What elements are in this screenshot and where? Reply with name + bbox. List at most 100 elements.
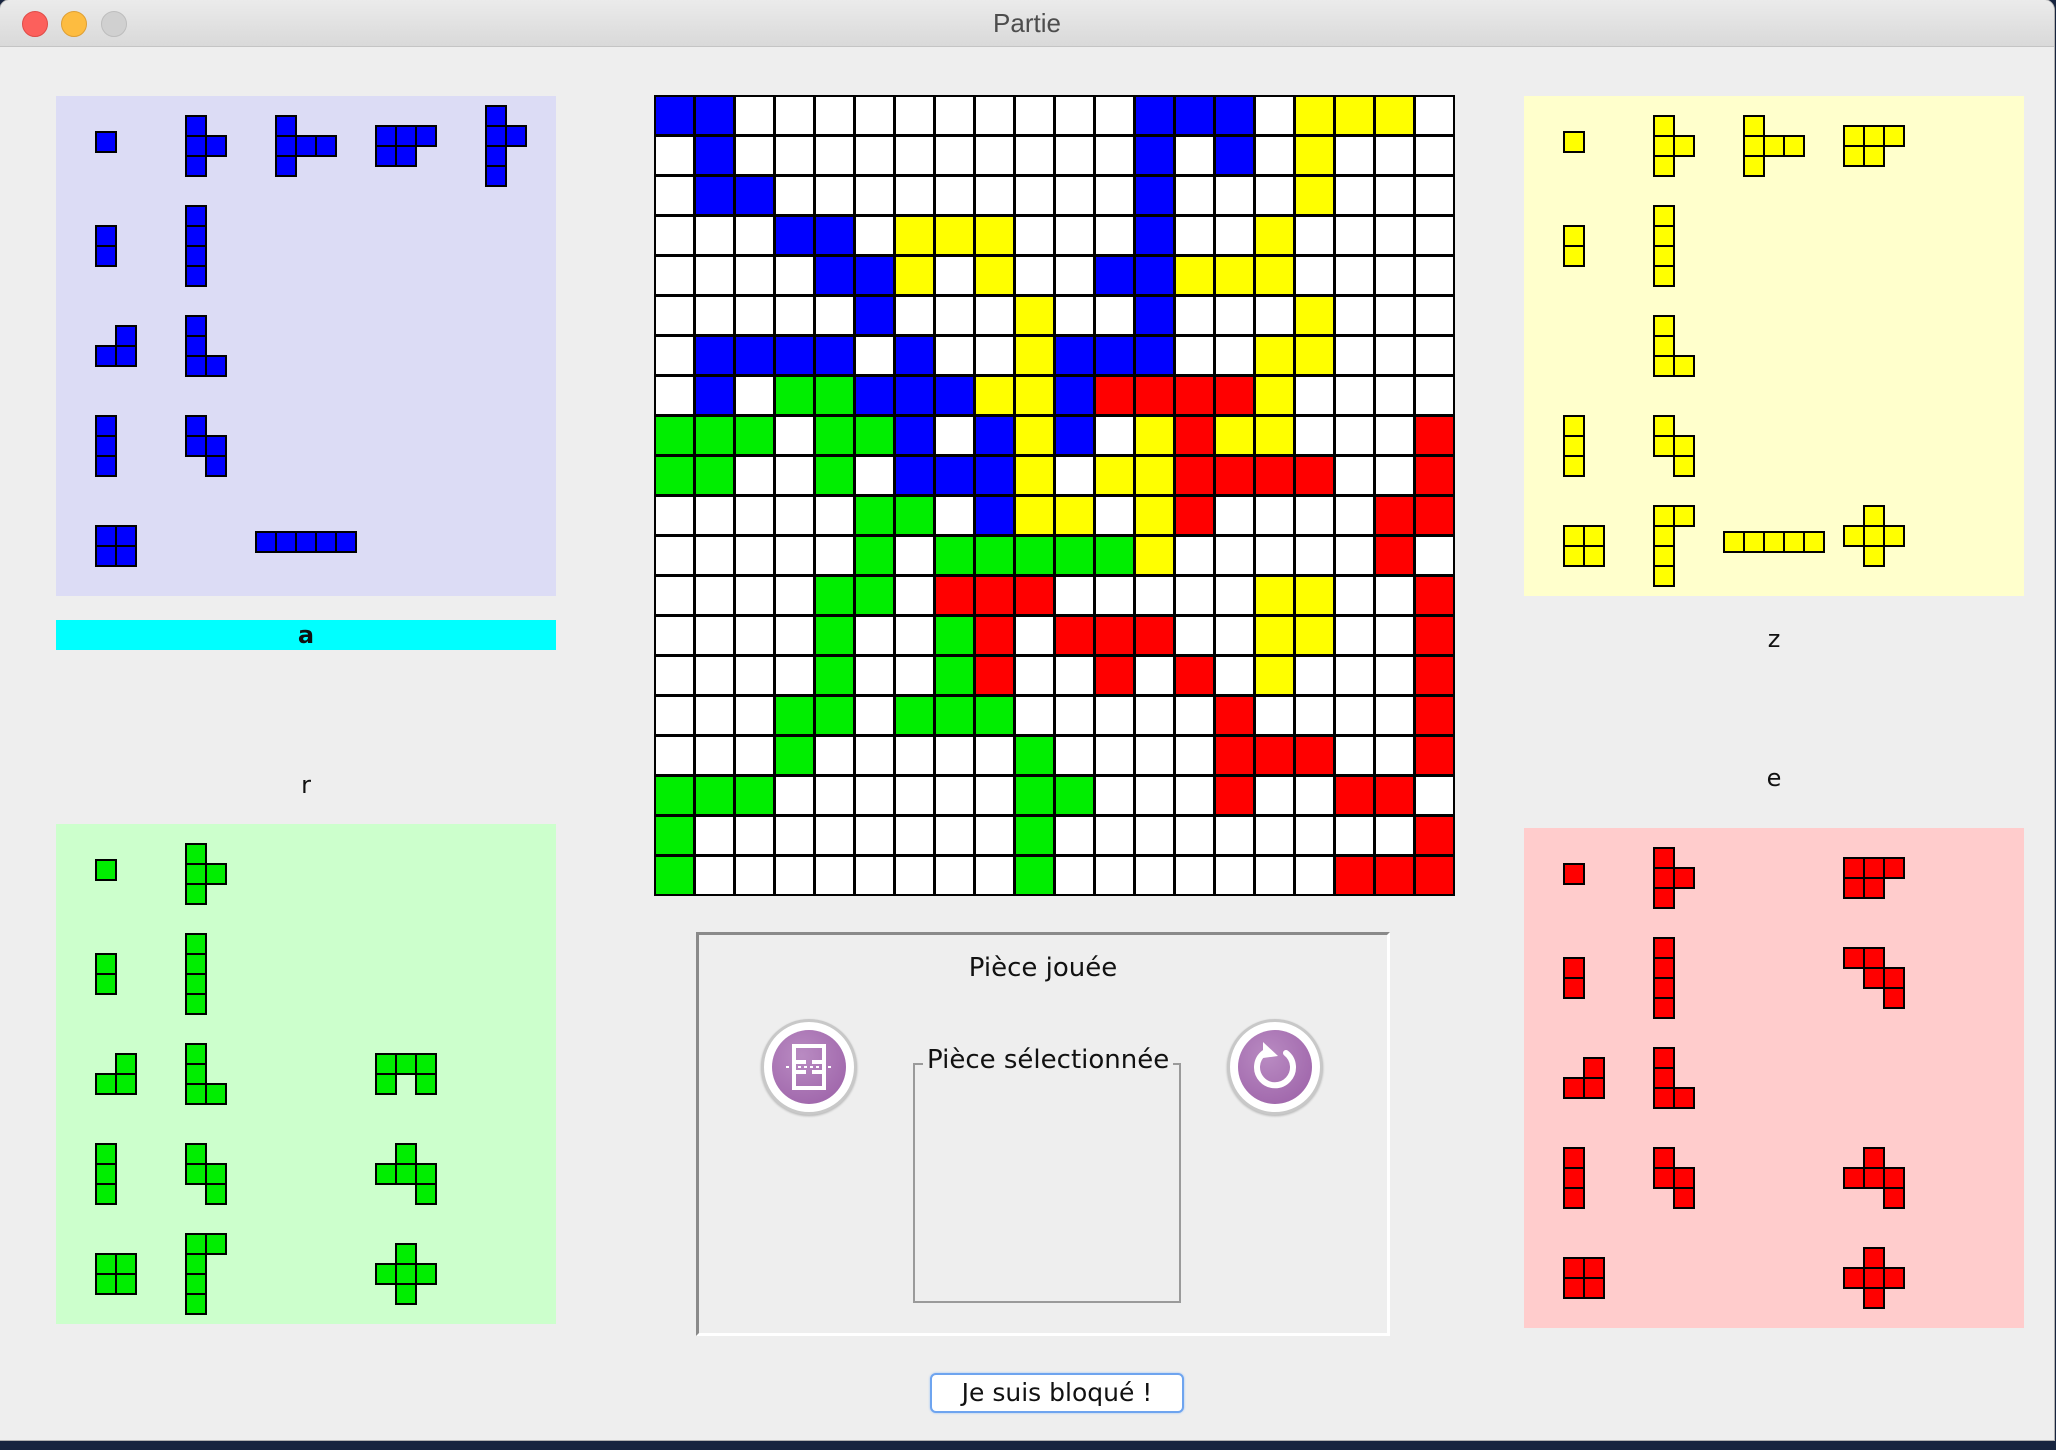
board-cell-empty[interactable] xyxy=(814,95,855,136)
board-cell-empty[interactable] xyxy=(1294,415,1335,456)
board-cell-blue[interactable] xyxy=(1134,215,1175,256)
board-cell-yellow[interactable] xyxy=(1254,415,1295,456)
board-cell-blue[interactable] xyxy=(854,375,895,416)
board-cell-green[interactable] xyxy=(814,655,855,696)
board-cell-empty[interactable] xyxy=(1294,255,1335,296)
board-cell-empty[interactable] xyxy=(1174,815,1215,856)
board-cell-empty[interactable] xyxy=(694,855,735,896)
board-cell-empty[interactable] xyxy=(814,175,855,216)
board-cell-green[interactable] xyxy=(934,535,975,576)
board-cell-empty[interactable] xyxy=(1014,255,1055,296)
red-piece[interactable] xyxy=(1563,957,1585,999)
green-piece[interactable] xyxy=(185,1043,227,1105)
red-piece[interactable] xyxy=(1653,847,1695,909)
board-cell-empty[interactable] xyxy=(1134,775,1175,816)
board-cell-blue[interactable] xyxy=(1174,95,1215,136)
board-cell-empty[interactable] xyxy=(1174,175,1215,216)
board-cell-empty[interactable] xyxy=(894,575,935,616)
board-cell-empty[interactable] xyxy=(1254,295,1295,336)
board-cell-empty[interactable] xyxy=(894,175,935,216)
board-cell-red[interactable] xyxy=(1214,695,1255,736)
board-cell-yellow[interactable] xyxy=(1014,495,1055,536)
board-cell-empty[interactable] xyxy=(1294,695,1335,736)
board-cell-empty[interactable] xyxy=(1174,695,1215,736)
board-cell-empty[interactable] xyxy=(1134,655,1175,696)
board-cell-empty[interactable] xyxy=(1414,175,1455,216)
yellow-piece[interactable] xyxy=(1653,115,1695,177)
board-cell-blue[interactable] xyxy=(694,135,735,176)
blue-piece[interactable] xyxy=(375,125,437,167)
board-cell-empty[interactable] xyxy=(854,175,895,216)
board-cell-empty[interactable] xyxy=(1374,215,1415,256)
board-cell-empty[interactable] xyxy=(1374,175,1415,216)
board-cell-empty[interactable] xyxy=(1414,95,1455,136)
board-cell-empty[interactable] xyxy=(854,95,895,136)
board-cell-green[interactable] xyxy=(854,575,895,616)
board-cell-yellow[interactable] xyxy=(1214,415,1255,456)
board-cell-empty[interactable] xyxy=(774,455,815,496)
board-cell-empty[interactable] xyxy=(1214,175,1255,216)
board-cell-empty[interactable] xyxy=(1094,135,1135,176)
board-cell-empty[interactable] xyxy=(654,255,695,296)
board-cell-green[interactable] xyxy=(774,695,815,736)
board-cell-empty[interactable] xyxy=(774,575,815,616)
board-cell-empty[interactable] xyxy=(654,175,695,216)
board-cell-empty[interactable] xyxy=(694,575,735,616)
board-cell-blue[interactable] xyxy=(934,375,975,416)
board-cell-empty[interactable] xyxy=(1014,695,1055,736)
board-cell-empty[interactable] xyxy=(734,695,775,736)
board-cell-empty[interactable] xyxy=(774,775,815,816)
board-cell-yellow[interactable] xyxy=(1254,215,1295,256)
board-cell-empty[interactable] xyxy=(934,295,975,336)
board-cell-empty[interactable] xyxy=(1294,215,1335,256)
board-cell-empty[interactable] xyxy=(1414,135,1455,176)
board-cell-empty[interactable] xyxy=(1254,775,1295,816)
red-piece[interactable] xyxy=(1563,1257,1605,1299)
board-cell-empty[interactable] xyxy=(734,655,775,696)
board-cell-yellow[interactable] xyxy=(894,255,935,296)
board-cell-empty[interactable] xyxy=(1254,855,1295,896)
green-piece[interactable] xyxy=(95,953,117,995)
board-cell-empty[interactable] xyxy=(1054,175,1095,216)
red-piece[interactable] xyxy=(1843,857,1905,899)
board-cell-red[interactable] xyxy=(1094,375,1135,416)
red-piece[interactable] xyxy=(1843,1147,1905,1209)
board-cell-yellow[interactable] xyxy=(1054,495,1095,536)
board-cell-blue[interactable] xyxy=(974,415,1015,456)
board-cell-red[interactable] xyxy=(1134,615,1175,656)
board-cell-blue[interactable] xyxy=(1054,375,1095,416)
board-cell-green[interactable] xyxy=(814,575,855,616)
board-cell-green[interactable] xyxy=(1094,535,1135,576)
board-cell-yellow[interactable] xyxy=(1254,615,1295,656)
board-cell-green[interactable] xyxy=(1014,815,1055,856)
board-cell-empty[interactable] xyxy=(1334,455,1375,496)
board-cell-empty[interactable] xyxy=(654,735,695,776)
board-cell-empty[interactable] xyxy=(854,215,895,256)
board-cell-empty[interactable] xyxy=(854,655,895,696)
board-cell-empty[interactable] xyxy=(1334,495,1375,536)
board-cell-empty[interactable] xyxy=(1374,455,1415,496)
board-cell-empty[interactable] xyxy=(774,535,815,576)
green-piece[interactable] xyxy=(375,1143,437,1205)
blue-piece[interactable] xyxy=(95,525,137,567)
board-cell-empty[interactable] xyxy=(1294,775,1335,816)
board-cell-empty[interactable] xyxy=(774,815,815,856)
board-cell-blue[interactable] xyxy=(694,95,735,136)
board-cell-empty[interactable] xyxy=(1374,615,1415,656)
board-cell-green[interactable] xyxy=(934,615,975,656)
board-cell-empty[interactable] xyxy=(894,775,935,816)
board-cell-empty[interactable] xyxy=(774,295,815,336)
board-cell-blue[interactable] xyxy=(1134,335,1175,376)
board-cell-empty[interactable] xyxy=(1094,855,1135,896)
green-piece[interactable] xyxy=(375,1053,437,1095)
board-cell-empty[interactable] xyxy=(934,815,975,856)
yellow-piece[interactable] xyxy=(1653,415,1695,477)
board-cell-empty[interactable] xyxy=(934,175,975,216)
board-cell-empty[interactable] xyxy=(734,95,775,136)
board-cell-blue[interactable] xyxy=(1054,335,1095,376)
board-cell-green[interactable] xyxy=(1054,535,1095,576)
board-cell-yellow[interactable] xyxy=(1174,255,1215,296)
board-cell-empty[interactable] xyxy=(1174,615,1215,656)
board-cell-empty[interactable] xyxy=(734,575,775,616)
board-cell-empty[interactable] xyxy=(1254,95,1295,136)
